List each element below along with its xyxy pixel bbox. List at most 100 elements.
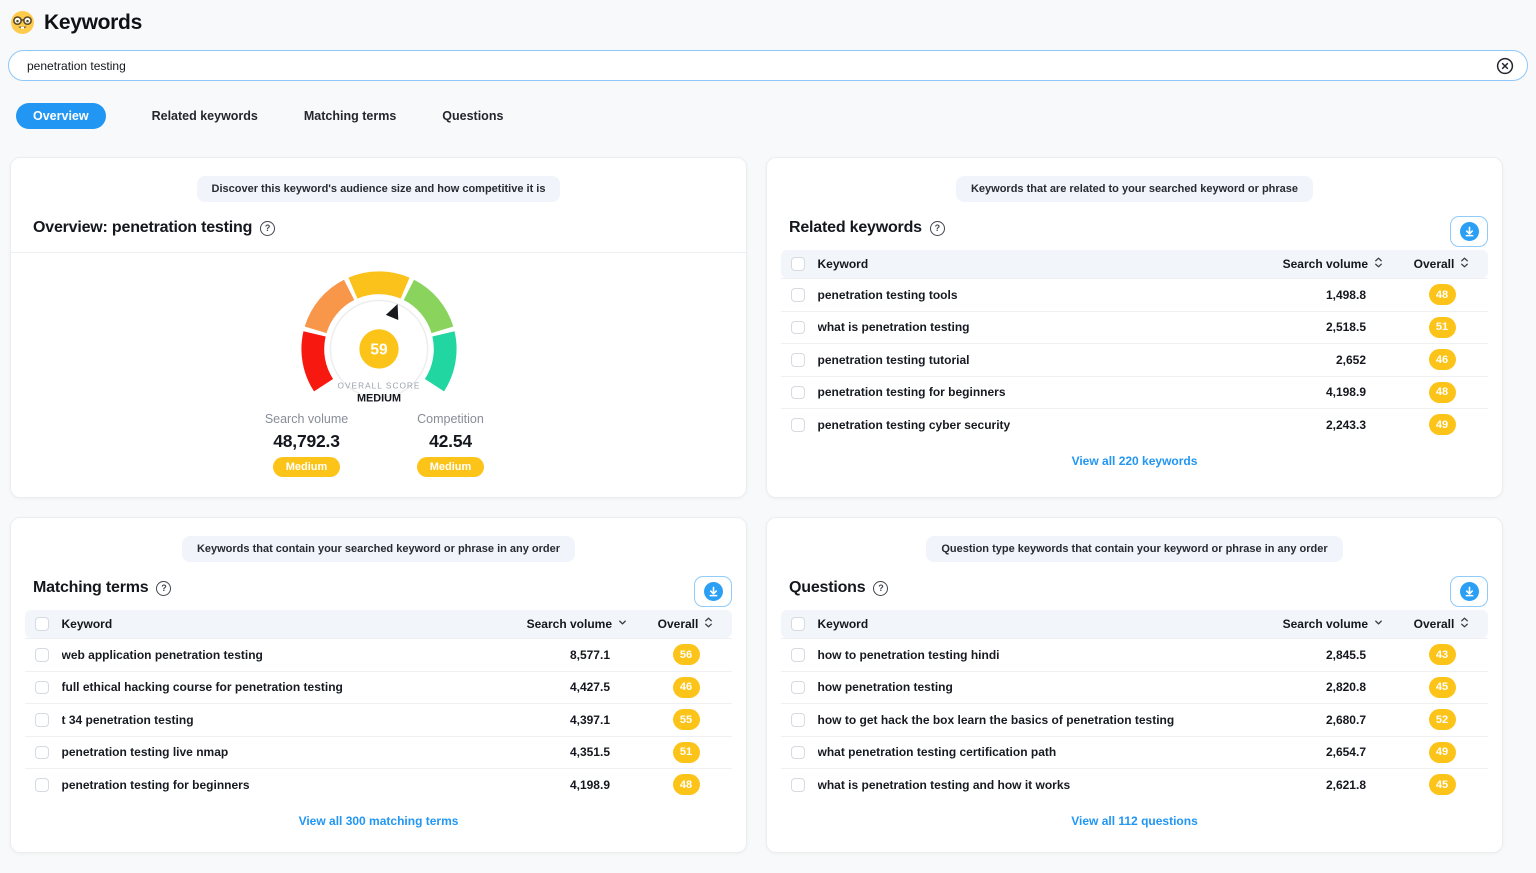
table-row[interactable]: what penetration testing certification p…	[781, 736, 1488, 769]
tab-related-keywords[interactable]: Related keywords	[152, 109, 258, 123]
download-button[interactable]	[694, 576, 732, 607]
table-row[interactable]: penetration testing for beginners 4,198.…	[781, 376, 1488, 409]
row-checkbox[interactable]	[35, 713, 49, 727]
search-volume-value: 2,652	[1266, 353, 1406, 367]
stat-value: 48,792.3	[273, 431, 340, 452]
column-keyword[interactable]: Keyword	[818, 257, 869, 271]
row-checkbox[interactable]	[791, 681, 805, 695]
help-icon[interactable]: ?	[260, 221, 275, 236]
keyword-text: how to penetration testing hindi	[818, 648, 1000, 662]
gauge-score: 59	[370, 342, 388, 359]
table-row[interactable]: what is penetration testing 2,518.5 51	[781, 311, 1488, 344]
table-row[interactable]: penetration testing cyber security 2,243…	[781, 408, 1488, 441]
table-row[interactable]: penetration testing tools 1,498.8 48	[781, 278, 1488, 311]
table-row[interactable]: how penetration testing 2,820.8 45	[781, 671, 1488, 704]
column-keyword[interactable]: Keyword	[818, 617, 869, 631]
matching-terms-panel: Keywords that contain your searched keyw…	[10, 517, 747, 853]
row-checkbox[interactable]	[35, 681, 49, 695]
sort-descending-icon[interactable]	[617, 617, 628, 631]
column-overall[interactable]: Overall	[1406, 616, 1478, 632]
nerd-face-emoji-icon	[10, 10, 35, 35]
overall-score-badge: 56	[673, 644, 700, 665]
table-row[interactable]: what is penetration testing and how it w…	[781, 768, 1488, 801]
row-checkbox[interactable]	[791, 386, 805, 400]
status-badge: Medium	[417, 457, 485, 477]
column-overall[interactable]: Overall	[650, 616, 722, 632]
help-icon[interactable]: ?	[930, 221, 945, 236]
row-checkbox[interactable]	[791, 746, 805, 760]
page-title: Keywords	[44, 11, 142, 35]
gauge-segment-yellow	[352, 283, 404, 288]
description-pill: Keywords that are related to your search…	[956, 176, 1313, 202]
help-icon[interactable]: ?	[873, 581, 888, 596]
select-all-checkbox[interactable]	[35, 617, 49, 631]
table-row[interactable]: full ethical hacking course for penetrat…	[25, 671, 732, 704]
table-row[interactable]: penetration testing for beginners 4,198.…	[25, 768, 732, 801]
keyword-text: penetration testing tutorial	[818, 353, 970, 367]
sort-both-icon[interactable]	[1373, 256, 1384, 272]
column-search-volume[interactable]: Search volume	[1266, 617, 1406, 631]
search-volume-value: 2,654.7	[1266, 745, 1406, 759]
sort-both-icon[interactable]	[703, 616, 714, 632]
matching-terms-table: Keyword Search volume Overall	[25, 610, 732, 828]
tab-questions[interactable]: Questions	[442, 109, 503, 123]
column-overall[interactable]: Overall	[1406, 256, 1478, 272]
download-icon	[1460, 582, 1479, 601]
questions-table: Keyword Search volume Overall	[781, 610, 1488, 828]
column-search-volume[interactable]: Search volume	[510, 617, 650, 631]
search-volume-value: 4,198.9	[1266, 385, 1406, 399]
download-button[interactable]	[1450, 576, 1488, 607]
column-search-volume[interactable]: Search volume	[1266, 256, 1406, 272]
keyword-text: how penetration testing	[818, 680, 953, 694]
row-checkbox[interactable]	[791, 288, 805, 302]
row-checkbox[interactable]	[791, 778, 805, 792]
status-badge: Medium	[273, 457, 341, 477]
search-input[interactable]	[25, 58, 1496, 74]
row-checkbox[interactable]	[791, 321, 805, 335]
table-row[interactable]: web application penetration testing 8,57…	[25, 638, 732, 671]
description-pill: Discover this keyword's audience size an…	[197, 176, 561, 202]
search-volume-value: 4,351.5	[510, 745, 650, 759]
row-checkbox[interactable]	[791, 648, 805, 662]
keyword-text: penetration testing tools	[818, 288, 958, 302]
row-checkbox[interactable]	[791, 418, 805, 432]
overall-score-caption: OVERALL SCORE	[337, 381, 420, 390]
table-header: Keyword Search volume Overall	[781, 250, 1488, 278]
overview-panel: Discover this keyword's audience size an…	[10, 157, 747, 498]
tab-overview[interactable]: Overview	[16, 103, 106, 129]
search-volume-value: 4,198.9	[510, 778, 650, 792]
sort-both-icon[interactable]	[1459, 256, 1470, 272]
overall-score-badge: 45	[1429, 774, 1456, 795]
view-all-link[interactable]: View all 220 keywords	[781, 454, 1488, 468]
overall-score-badge: 48	[1429, 382, 1456, 403]
help-icon[interactable]: ?	[156, 581, 171, 596]
table-row[interactable]: t 34 penetration testing 4,397.1 55	[25, 703, 732, 736]
keyword-text: full ethical hacking course for penetrat…	[62, 680, 343, 694]
table-row[interactable]: penetration testing live nmap 4,351.5 51	[25, 736, 732, 769]
search-volume-value: 8,577.1	[510, 648, 650, 662]
row-checkbox[interactable]	[791, 353, 805, 367]
download-button[interactable]	[1450, 216, 1488, 247]
select-all-checkbox[interactable]	[791, 617, 805, 631]
circle-x-icon	[1496, 57, 1514, 75]
column-keyword[interactable]: Keyword	[62, 617, 113, 631]
sort-both-icon[interactable]	[1459, 616, 1470, 632]
row-checkbox[interactable]	[35, 778, 49, 792]
stat-label: Search volume	[265, 412, 348, 426]
tab-matching-terms[interactable]: Matching terms	[304, 109, 396, 123]
row-checkbox[interactable]	[35, 746, 49, 760]
keyword-text: how to get hack the box learn the basics…	[818, 713, 1175, 727]
table-row[interactable]: penetration testing tutorial 2,652 46	[781, 343, 1488, 376]
sort-descending-icon[interactable]	[1373, 617, 1384, 631]
row-checkbox[interactable]	[791, 713, 805, 727]
clear-search-button[interactable]	[1496, 57, 1514, 75]
keyword-text: penetration testing live nmap	[62, 745, 229, 759]
table-row[interactable]: how to penetration testing hindi 2,845.5…	[781, 638, 1488, 671]
overall-score-badge: 52	[1429, 709, 1456, 730]
table-row[interactable]: how to get hack the box learn the basics…	[781, 703, 1488, 736]
view-all-link[interactable]: View all 112 questions	[781, 814, 1488, 828]
view-all-link[interactable]: View all 300 matching terms	[25, 814, 732, 828]
search-volume-value: 2,845.5	[1266, 648, 1406, 662]
select-all-checkbox[interactable]	[791, 257, 805, 271]
row-checkbox[interactable]	[35, 648, 49, 662]
